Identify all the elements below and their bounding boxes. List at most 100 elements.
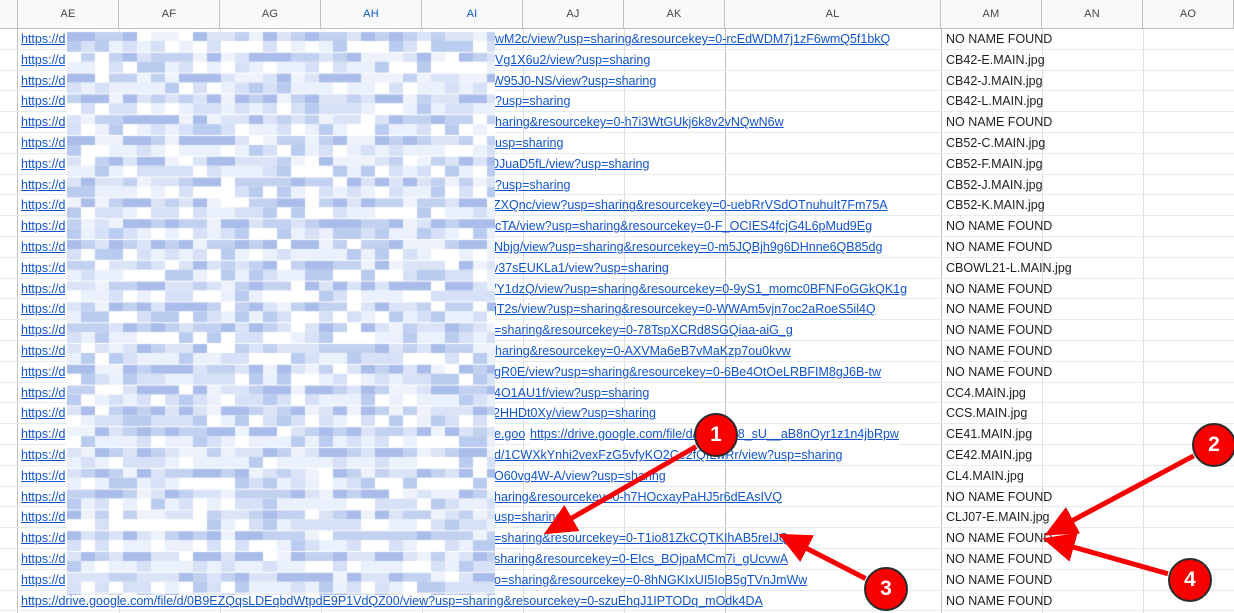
- drive-url-link-tail[interactable]: Nbjg/view?usp=sharing&resourcekey=0-m5JQ…: [494, 237, 882, 258]
- drive-url-link[interactable]: https://d: [21, 279, 65, 300]
- filename-cell[interactable]: NO NAME FOUND: [946, 570, 1052, 591]
- drive-url-link[interactable]: https://d: [21, 570, 65, 591]
- filename-cell[interactable]: NO NAME FOUND: [946, 320, 1052, 341]
- drive-url-link-tail[interactable]: sharing&resourcekey=0-EIcs_BOjpaMCm7i_gU…: [494, 549, 788, 570]
- drive-url-link-tail[interactable]: jT2s/view?usp=sharing&resourcekey=0-WWAm…: [494, 299, 876, 320]
- column-header-an[interactable]: AN: [1042, 0, 1143, 28]
- filename-cell[interactable]: NO NAME FOUND: [946, 279, 1052, 300]
- drive-url-link[interactable]: https://d: [21, 50, 65, 71]
- filename-cell[interactable]: CE42.MAIN.jpg: [946, 445, 1032, 466]
- drive-url-link[interactable]: https://d: [21, 466, 65, 487]
- drive-url-link-tail[interactable]: ?usp=sharing: [495, 175, 570, 196]
- drive-url-link[interactable]: https://d: [21, 133, 65, 154]
- drive-url-link-tail[interactable]: haring&resourcekey=0-h7HOcxayPaHJ5r6dEAs…: [494, 487, 782, 508]
- drive-url-link-tail[interactable]: gR0E/view?usp=sharing&resourcekey=0-6Be4…: [494, 362, 881, 383]
- filename-cell[interactable]: CBOWL21-L.MAIN.jpg: [946, 258, 1072, 279]
- drive-url-link-tail[interactable]: v37sEUKLa1/view?usp=sharing: [492, 258, 669, 279]
- filename-cell[interactable]: CB52-J.MAIN.jpg: [946, 175, 1043, 196]
- drive-url-link-tail[interactable]: cTA/view?usp=sharing&resourcekey=0-F_OCI…: [495, 216, 872, 237]
- filename-cell[interactable]: CB52-K.MAIN.jpg: [946, 195, 1045, 216]
- drive-url-link-tail[interactable]: /Y1dzQ/view?usp=sharing&resourcekey=0-9y…: [493, 279, 907, 300]
- drive-url-link[interactable]: https://d: [21, 258, 65, 279]
- filename-cell[interactable]: CB42-L.MAIN.jpg: [946, 91, 1043, 112]
- drive-url-link[interactable]: https://d: [21, 445, 65, 466]
- drive-url-link[interactable]: https://d: [21, 487, 65, 508]
- drive-url-link[interactable]: https://d: [21, 29, 65, 50]
- drive-url-link[interactable]: https://d: [21, 424, 65, 445]
- drive-url-link[interactable]: https://d: [21, 91, 65, 112]
- drive-url-link[interactable]: https://d: [21, 216, 65, 237]
- filename-cell[interactable]: NO NAME FOUND: [946, 591, 1052, 612]
- column-header-ah[interactable]: AH: [321, 0, 422, 28]
- drive-url-link-tail[interactable]: 2HHDt0Xy/view?usp=sharing: [493, 403, 656, 424]
- filename-cell[interactable]: NO NAME FOUND: [946, 237, 1052, 258]
- drive-url-link[interactable]: https://d: [21, 154, 65, 175]
- drive-url-link-tail[interactable]: e.goo: [494, 424, 525, 445]
- drive-url-link[interactable]: https://d: [21, 195, 65, 216]
- column-header-ak[interactable]: AK: [624, 0, 725, 28]
- drive-url-link-tail[interactable]: usp=sharing: [495, 133, 563, 154]
- filename-cell[interactable]: CB52-C.MAIN.jpg: [946, 133, 1045, 154]
- drive-url-link-tail[interactable]: 4O1AU1f/view?usp=sharing: [494, 383, 649, 404]
- drive-url-link[interactable]: https://d: [21, 112, 65, 133]
- drive-url-link[interactable]: https://d: [21, 237, 65, 258]
- column-header-am[interactable]: AM: [941, 0, 1042, 28]
- drive-url-link[interactable]: https://d: [21, 383, 65, 404]
- filename-cell[interactable]: NO NAME FOUND: [946, 362, 1052, 383]
- filename-cell[interactable]: NO NAME FOUND: [946, 341, 1052, 362]
- filename-cell[interactable]: CE41.MAIN.jpg: [946, 424, 1032, 445]
- column-header-ag[interactable]: AG: [220, 0, 321, 28]
- annotation-marker-1: 1: [694, 413, 738, 457]
- filename-cell[interactable]: CB52-F.MAIN.jpg: [946, 154, 1043, 175]
- filename-cell[interactable]: CC4.MAIN.jpg: [946, 383, 1026, 404]
- drive-url-link[interactable]: https://d: [21, 341, 65, 362]
- drive-url-link-tail[interactable]: haring&resourcekey=0-h7i3WtGUkj6k8v2vNQw…: [495, 112, 784, 133]
- drive-url-link-tail[interactable]: d/1CWXkYnhi2vexFzG5vfyKO2Ce2fQfLwRr/view…: [494, 445, 842, 466]
- column-header-ae[interactable]: AE: [18, 0, 119, 28]
- spreadsheet-grid-view: AE AF AG AH AI AJ AK AL AM AN AO https://d wM2c/vie…: [0, 0, 1234, 613]
- drive-url-link-tail[interactable]: =sharing&resourcekey=0-78TspXCRd8SGQiaa-…: [494, 320, 793, 341]
- annotation-marker-4: 4: [1168, 558, 1212, 602]
- filename-cell[interactable]: CL4.MAIN.jpg: [946, 466, 1024, 487]
- filename-cell[interactable]: CB42-J.MAIN.jpg: [946, 71, 1043, 92]
- drive-url-link[interactable]: https://d: [21, 507, 65, 528]
- drive-url-link-tail[interactable]: =sharing&resourcekey=0-T1io81ZkCQTKIhAB5…: [494, 528, 789, 549]
- filename-cell[interactable]: NO NAME FOUND: [946, 487, 1052, 508]
- drive-url-link-tail[interactable]: o=sharing&resourcekey=0-8hNGKIxUI5IoB5gT…: [494, 570, 807, 591]
- filename-cell[interactable]: NO NAME FOUND: [946, 112, 1052, 133]
- drive-url-link[interactable]: https://d: [21, 299, 65, 320]
- redacted-blur-overlay: [67, 31, 495, 595]
- annotation-marker-3: 3: [864, 567, 908, 611]
- drive-url-link[interactable]: https://d: [21, 528, 65, 549]
- column-header-ao[interactable]: AO: [1143, 0, 1234, 28]
- drive-url-link-tail[interactable]: usp=sharing: [494, 507, 562, 528]
- drive-url-link-tail[interactable]: W95J0-NS/view?usp=sharing: [492, 71, 656, 92]
- drive-url-link-tail[interactable]: haring&resourcekey=0-AXVMa6eB7vMaKzp7ou0…: [495, 341, 791, 362]
- filename-cell[interactable]: NO NAME FOUND: [946, 528, 1052, 549]
- drive-url-link-tail[interactable]: wM2c/view?usp=sharing&resourcekey=0-rcEd…: [495, 29, 890, 50]
- drive-url-link-tail[interactable]: ZXQnc/view?usp=sharing&resourcekey=0-ueb…: [493, 195, 888, 216]
- drive-url-link[interactable]: https://d: [21, 175, 65, 196]
- drive-url-link-tail[interactable]: O60vg4W-A/view?usp=sharing: [494, 466, 666, 487]
- drive-url-link-tail[interactable]: Vg1X6u2/view?usp=sharing: [495, 50, 650, 71]
- drive-url-link[interactable]: https://d: [21, 403, 65, 424]
- column-header-aj[interactable]: AJ: [523, 0, 624, 28]
- column-header-al[interactable]: AL: [725, 0, 941, 28]
- filename-cell[interactable]: CB42-E.MAIN.jpg: [946, 50, 1045, 71]
- drive-url-link-tail[interactable]: 0JuaD5fL/view?usp=sharing: [492, 154, 649, 175]
- column-header-row: AE AF AG AH AI AJ AK AL AM AN AO: [0, 0, 1234, 29]
- filename-cell[interactable]: NO NAME FOUND: [946, 549, 1052, 570]
- filename-cell[interactable]: NO NAME FOUND: [946, 299, 1052, 320]
- drive-url-link[interactable]: https://d: [21, 549, 65, 570]
- annotation-marker-2: 2: [1192, 423, 1234, 467]
- filename-cell[interactable]: NO NAME FOUND: [946, 29, 1052, 50]
- column-header-ai[interactable]: AI: [422, 0, 523, 28]
- drive-url-link[interactable]: https://d: [21, 320, 65, 341]
- filename-cell[interactable]: CLJ07-E.MAIN.jpg: [946, 507, 1050, 528]
- filename-cell[interactable]: CCS.MAIN.jpg: [946, 403, 1027, 424]
- drive-url-link[interactable]: https://d: [21, 362, 65, 383]
- filename-cell[interactable]: NO NAME FOUND: [946, 216, 1052, 237]
- drive-url-link-tail[interactable]: ?usp=sharing: [495, 91, 570, 112]
- column-header-af[interactable]: AF: [119, 0, 220, 28]
- drive-url-link[interactable]: https://d: [21, 71, 65, 92]
